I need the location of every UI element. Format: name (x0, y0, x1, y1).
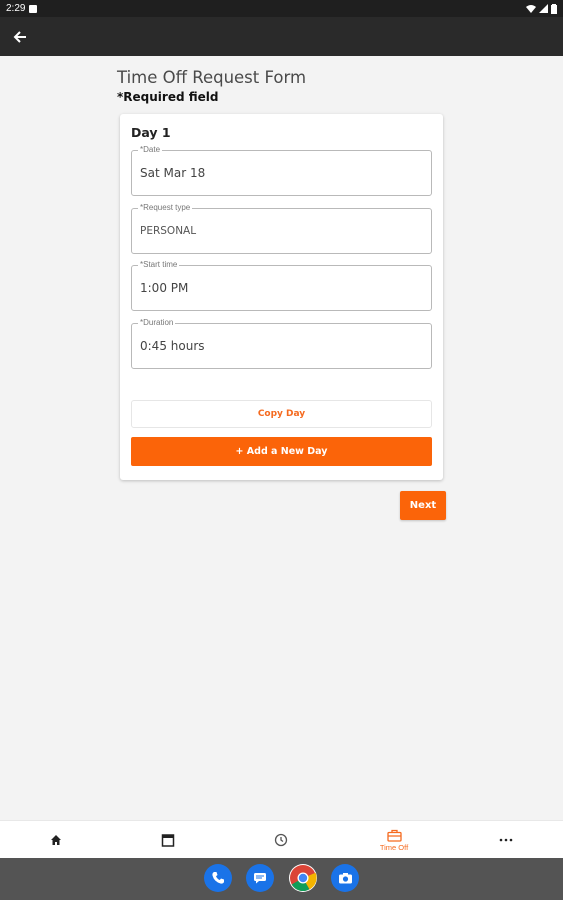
wifi-icon (526, 5, 536, 13)
camera-app[interactable] (331, 864, 359, 892)
battery-icon (551, 3, 557, 14)
messages-app[interactable] (246, 864, 274, 892)
phone-icon (212, 872, 224, 884)
more-icon (499, 838, 513, 842)
home-icon (51, 835, 61, 845)
bottom-nav: Time Off (0, 820, 563, 859)
nav-time-off[interactable]: Time Off (338, 821, 450, 859)
duration-value: 0:45 hours (140, 339, 205, 353)
duration-field[interactable]: *Duration 0:45 hours (131, 318, 432, 369)
app-bar (0, 17, 563, 56)
back-arrow-icon (13, 31, 26, 43)
copy-day-button[interactable]: Copy Day (131, 400, 432, 428)
request-type-value: PERSONAL (140, 225, 197, 237)
day-header: Day 1 (131, 125, 171, 140)
date-label: *Date (138, 145, 163, 154)
chrome-app[interactable] (289, 864, 317, 892)
back-button[interactable] (9, 26, 31, 48)
next-button[interactable]: Next (400, 491, 446, 520)
required-note: *Required field (117, 90, 219, 104)
clock-icon (274, 833, 288, 847)
nav-more[interactable] (450, 821, 562, 859)
duration-label: *Duration (138, 318, 176, 327)
calendar-icon (161, 834, 175, 847)
start-time-value: 1:00 PM (140, 281, 189, 295)
signal-icon (539, 4, 548, 13)
camera-icon (338, 873, 352, 884)
page-title: Time Off Request Form (117, 68, 307, 87)
nav-home[interactable] (0, 821, 112, 859)
notification-icon (29, 4, 38, 13)
status-icons (526, 3, 557, 14)
day-card: Day 1 *Date Sat Mar 18 *Request type PER… (120, 114, 443, 480)
start-time-label: *Start time (138, 260, 180, 269)
chrome-icon (290, 865, 317, 892)
status-bar: 2:29 (0, 0, 563, 17)
nav-time-off-label: Time Off (379, 842, 409, 852)
messages-icon (254, 873, 266, 884)
request-type-field[interactable]: *Request type PERSONAL (131, 203, 432, 254)
nav-clock[interactable] (225, 821, 337, 859)
status-time: 2:29 (6, 3, 26, 14)
date-value: Sat Mar 18 (140, 166, 206, 180)
date-field[interactable]: *Date Sat Mar 18 (131, 145, 432, 196)
system-dock (0, 858, 563, 900)
request-type-label: *Request type (138, 203, 193, 212)
add-new-day-button[interactable]: + Add a New Day (131, 437, 432, 466)
start-time-field[interactable]: *Start time 1:00 PM (131, 260, 432, 311)
nav-calendar[interactable] (112, 821, 224, 859)
briefcase-icon (386, 829, 402, 842)
phone-app[interactable] (204, 864, 232, 892)
